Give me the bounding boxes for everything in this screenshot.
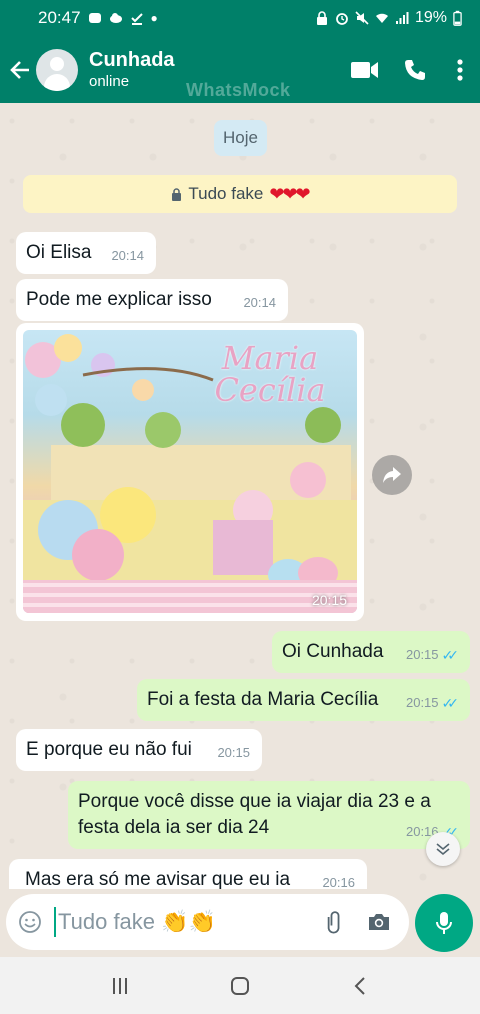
read-ticks-icon: ✓✓ xyxy=(441,695,460,711)
message-text: Pode me explicar isso xyxy=(26,289,212,310)
wifi-icon xyxy=(375,13,388,23)
home-icon xyxy=(231,976,249,995)
chat-area[interactable]: Hoje Tudo fake ❤❤❤ Oi Elisa 20:14 Pode m… xyxy=(0,103,480,889)
message-text: Oi Elisa xyxy=(26,242,92,263)
video-camera-icon xyxy=(351,61,378,78)
recent-apps-button[interactable] xyxy=(100,966,140,1006)
message-time: 20:15 xyxy=(405,695,439,710)
camera-button[interactable] xyxy=(357,894,401,950)
more-options-button[interactable] xyxy=(440,36,480,103)
hearts-emoji: ❤❤❤ xyxy=(269,183,310,204)
arrow-back-icon xyxy=(10,60,29,79)
message-time: 20:15 xyxy=(311,592,347,608)
alarm-icon xyxy=(336,13,348,25)
chevron-left-icon xyxy=(354,976,365,995)
phone-icon xyxy=(405,59,425,80)
message-time: 20:14 xyxy=(111,248,144,263)
lock-icon xyxy=(316,11,327,25)
incoming-message[interactable]: Mas era só me avisar que eu ia 20:16 xyxy=(9,859,367,889)
incoming-message[interactable]: Pode me explicar isso 20:14 xyxy=(16,279,288,321)
back-nav-button[interactable] xyxy=(340,966,380,1006)
outgoing-message[interactable]: Porque você disse que ia viajar dia 23 e… xyxy=(68,781,470,849)
image-message[interactable]: Maria Cecília 20:15 xyxy=(16,323,364,621)
lock-icon xyxy=(172,187,182,201)
message-text: Foi a festa da Maria Cecília xyxy=(147,689,379,710)
paperclip-icon xyxy=(327,911,340,934)
mute-icon xyxy=(355,11,369,25)
camera-icon xyxy=(369,914,389,930)
contact-name: Cunhada xyxy=(89,48,175,71)
home-button[interactable] xyxy=(220,966,260,1006)
notice-text: Tudo fake xyxy=(188,184,264,203)
voice-record-button[interactable] xyxy=(415,894,473,952)
avatar-body xyxy=(44,73,70,91)
dot-icon: ● xyxy=(150,11,158,25)
message-meta: 20:15 ✓✓ xyxy=(405,642,460,668)
recent-apps-icon xyxy=(113,977,127,994)
message-time: 20:16 xyxy=(322,875,355,889)
message-time: 20:15 xyxy=(405,647,439,662)
composer: Tudo fake 👏👏 xyxy=(0,889,480,957)
cloud-icon xyxy=(109,13,122,23)
incoming-message[interactable]: E porque eu não fui 20:15 xyxy=(16,729,262,771)
emoji-icon xyxy=(19,911,41,933)
message-input-container[interactable]: Tudo fake 👏👏 xyxy=(6,894,409,950)
download-done-icon xyxy=(130,13,143,25)
outgoing-message[interactable]: Oi Cunhada 20:15 ✓✓ xyxy=(272,631,470,673)
outgoing-message[interactable]: Foi a festa da Maria Cecília 20:15 ✓✓ xyxy=(137,679,470,721)
message-meta: 20:15 ✓✓ xyxy=(405,690,460,716)
battery-icon xyxy=(453,10,462,26)
battery-percent: 19% xyxy=(414,9,447,26)
double-chevron-down-icon xyxy=(436,843,450,856)
avatar-head xyxy=(50,56,64,71)
message-text: Oi Cunhada xyxy=(282,641,384,662)
notification-icon xyxy=(88,13,101,23)
clock: 20:47 xyxy=(38,8,81,27)
system-nav-bar xyxy=(0,957,480,1014)
draft-emoji: 👏👏 xyxy=(161,909,216,934)
party-photo[interactable]: Maria Cecília 20:15 xyxy=(23,330,357,613)
status-bar: 20:47 ● 19% xyxy=(0,0,480,36)
microphone-icon xyxy=(436,912,452,934)
message-text: E porque eu não fui xyxy=(26,739,192,760)
date-chip: Hoje xyxy=(214,120,267,156)
text-cursor xyxy=(54,907,56,937)
forward-button[interactable] xyxy=(372,455,412,495)
message-text: Porque você disse que ia viajar dia 23 e… xyxy=(78,791,431,838)
draft-text: Tudo fake xyxy=(58,909,156,934)
scroll-to-bottom-button[interactable] xyxy=(426,832,460,866)
signal-icon xyxy=(395,12,409,24)
read-ticks-icon: ✓✓ xyxy=(441,647,460,663)
notice-banner: Tudo fake ❤❤❤ xyxy=(23,175,457,213)
message-time: 20:14 xyxy=(243,295,276,310)
watermark: WhatsMock xyxy=(186,80,291,100)
incoming-message[interactable]: Oi Elisa 20:14 xyxy=(16,232,156,274)
video-call-button[interactable] xyxy=(340,36,390,103)
attach-button[interactable] xyxy=(313,894,357,950)
message-time: 20:15 xyxy=(217,745,250,760)
emoji-button[interactable] xyxy=(6,894,54,950)
back-button[interactable] xyxy=(2,36,38,103)
avatar[interactable] xyxy=(36,48,78,91)
forward-icon xyxy=(383,467,401,483)
photo-overlay-title: Maria Cecília xyxy=(214,339,326,409)
message-text: Mas era só me avisar que eu ia xyxy=(25,869,291,889)
chat-header: Cunhada online WhatsMock xyxy=(0,36,480,103)
message-input[interactable]: Tudo fake 👏👏 xyxy=(58,909,313,935)
voice-call-button[interactable] xyxy=(390,36,440,103)
more-vert-icon xyxy=(457,58,463,81)
